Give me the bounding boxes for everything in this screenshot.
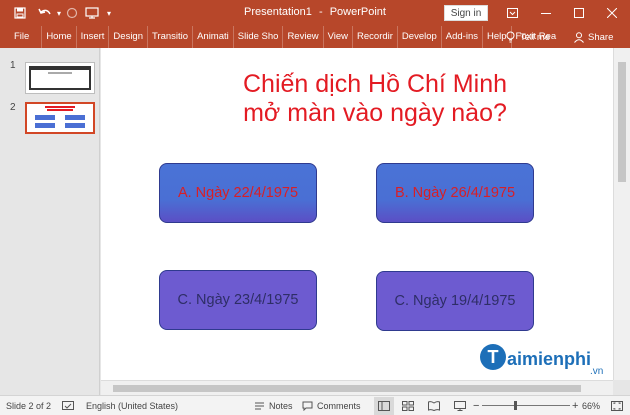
slide-thumbnail-pane: 1 2 xyxy=(0,48,100,395)
tab-insert[interactable]: Insert xyxy=(77,26,110,48)
watermark-logo: T aimienphi xyxy=(480,344,591,370)
tab-developer[interactable]: Develop xyxy=(398,26,442,48)
notes-button[interactable]: Notes xyxy=(254,396,293,415)
slide-thumbnail-1[interactable] xyxy=(25,62,95,94)
tab-animations[interactable]: Animati xyxy=(193,26,234,48)
tab-view[interactable]: View xyxy=(324,26,354,48)
title-line-1: Chiến dịch Hồ Chí Minh xyxy=(242,70,507,98)
answer-a-box[interactable]: A. Ngày 22/4/1975 xyxy=(159,163,317,223)
answer-c-box[interactable]: C. Ngày 23/4/1975 xyxy=(159,270,317,330)
undo-dropdown-icon[interactable]: ▾ xyxy=(55,0,63,26)
person-icon xyxy=(574,31,584,43)
watermark-text: aimienphi xyxy=(507,349,592,369)
notes-label: Notes xyxy=(269,401,293,411)
notes-icon xyxy=(255,402,264,410)
customize-qat-icon[interactable]: ▾ xyxy=(104,0,114,26)
tab-recording[interactable]: Recordir xyxy=(353,26,398,48)
redo-icon[interactable] xyxy=(63,0,81,26)
thumbnail-number: 2 xyxy=(10,102,16,113)
watermark-logo-mark: T xyxy=(480,344,506,370)
undo-icon[interactable] xyxy=(34,0,56,26)
status-bar: Slide 2 of 2 English (United States) Not… xyxy=(0,395,630,415)
vertical-scroll-thumb[interactable] xyxy=(618,62,626,182)
tell-me-label: Tell me xyxy=(520,31,551,43)
close-icon[interactable] xyxy=(597,0,627,26)
comments-button[interactable]: Comments xyxy=(302,396,361,415)
slide-question-title[interactable]: Chiến dịch Hồ Chí Minh mở màn vào ngày n… xyxy=(210,70,540,128)
tab-design[interactable]: Design xyxy=(109,26,148,48)
zoom-slider[interactable] xyxy=(482,405,570,406)
vertical-scrollbar[interactable] xyxy=(613,48,630,380)
maximize-icon[interactable] xyxy=(564,0,594,26)
minimize-icon[interactable] xyxy=(531,0,561,26)
answer-b-box[interactable]: B. Ngày 26/4/1975 xyxy=(376,163,534,223)
reading-view-icon[interactable] xyxy=(428,396,440,415)
ribbon-display-options-icon[interactable] xyxy=(497,0,527,26)
title-line-2: mở màn vào ngày nào? xyxy=(243,99,507,127)
tab-slide-show[interactable]: Slide Sho xyxy=(234,26,284,48)
tab-transitions[interactable]: Transitio xyxy=(148,26,194,48)
title-separator: - xyxy=(318,6,323,18)
save-icon[interactable] xyxy=(10,0,30,26)
answer-d-box[interactable]: C. Ngày 19/4/1975 xyxy=(376,271,534,331)
share-button[interactable]: Share xyxy=(574,26,613,48)
document-name: Presentation1 xyxy=(244,6,312,18)
slide-thumbnail-2[interactable] xyxy=(25,102,95,134)
normal-view-icon[interactable] xyxy=(374,397,394,415)
start-from-beginning-icon[interactable] xyxy=(83,0,101,26)
share-label: Share xyxy=(588,31,614,43)
slide-show-view-icon[interactable] xyxy=(454,396,466,415)
lightbulb-icon xyxy=(506,31,515,43)
sign-in-button[interactable]: Sign in xyxy=(444,5,488,21)
tab-add-ins[interactable]: Add-ins xyxy=(442,26,483,48)
tab-review[interactable]: Review xyxy=(283,26,324,48)
watermark-domain: .vn xyxy=(590,366,604,377)
zoom-in-icon[interactable]: + xyxy=(572,396,578,415)
tab-home[interactable]: Home xyxy=(42,26,77,48)
tab-file[interactable]: File xyxy=(0,26,43,48)
tell-me-box[interactable]: Tell me xyxy=(506,26,550,48)
fit-slide-icon[interactable] xyxy=(611,396,623,415)
comments-label: Comments xyxy=(317,401,361,411)
zoom-slider-handle[interactable] xyxy=(514,401,517,410)
comment-icon xyxy=(302,401,313,411)
slide-sorter-view-icon[interactable] xyxy=(402,396,414,415)
spelling-icon[interactable] xyxy=(62,396,74,415)
title-bar: ▾ ▾ Presentation1 - PowerPoint Sign in xyxy=(0,0,630,26)
scrollbar-corner xyxy=(613,380,630,395)
horizontal-scrollbar[interactable] xyxy=(101,380,613,395)
slide-indicator: Slide 2 of 2 xyxy=(6,401,52,411)
horizontal-scroll-thumb[interactable] xyxy=(113,385,581,392)
zoom-level[interactable]: 66% xyxy=(582,396,600,415)
app-name: PowerPoint xyxy=(329,6,386,18)
zoom-out-icon[interactable]: − xyxy=(473,396,479,415)
thumbnail-number: 1 xyxy=(10,60,16,71)
language-indicator[interactable]: English (United States) xyxy=(86,396,178,415)
